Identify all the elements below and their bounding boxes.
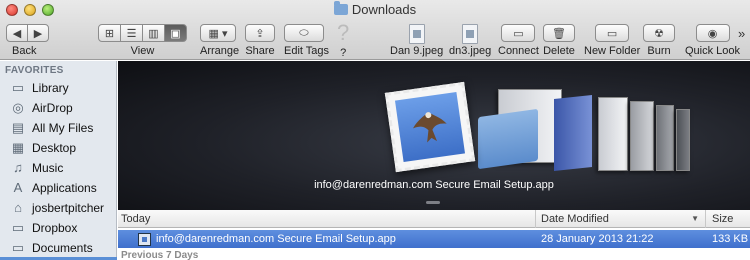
column-header-size[interactable]: Size [706,210,750,228]
folder-icon [333,1,348,15]
chevron-right-icon: ▶ [33,27,43,40]
help-label: ? [340,47,347,59]
documents-icon: ▭ [11,240,25,255]
delete-label: Delete [543,45,575,57]
network-icon: ▭ [513,27,524,40]
all-files-icon: ▤ [11,120,25,135]
burn-button[interactable]: ☢ [643,24,675,42]
quick-look-button[interactable]: ◉ [695,24,730,42]
back-forward-group: ◀ ▶ Back [6,24,49,57]
sidebar-header: FAVORITES [5,65,64,76]
icon-view-button[interactable]: ⊞ [98,24,121,42]
toolbar-overflow-button[interactable]: » [738,26,745,41]
share-label: Share [245,45,275,57]
column-view-button[interactable]: ▥ [142,24,165,42]
sidebar-item-desktop[interactable]: ▦ Desktop [0,138,116,158]
burn-group: ☢ Burn [643,24,675,57]
share-button[interactable]: ⇪ [245,24,275,42]
sidebar-item-all-my-files[interactable]: ▤ All My Files [0,118,116,138]
new-folder-group: ▭ New Folder [584,24,640,57]
chevron-left-icon: ◀ [12,27,22,40]
file-list: Today Date Modified ▼ Size info@darenred… [118,209,750,260]
arrange-button[interactable]: ▦ ▾ [200,24,236,42]
burn-label: Burn [647,45,671,57]
new-folder-label: New Folder [584,45,641,57]
column-view-icon: ▥ [148,27,159,40]
share-group: ⇪ Share [245,24,275,57]
hawk-icon [413,112,447,143]
cover-flow-item[interactable] [676,109,690,171]
sidebar: FAVORITES ▭ Library ◎ AirDrop ▤ All My F… [0,61,117,260]
trash-icon: 🗑 [552,27,566,40]
folder-icon: ▭ [11,80,25,95]
file-shortcut-2[interactable]: dn3.jpeg [449,24,491,57]
connect-label: Connect [498,45,539,57]
view-label: View [130,45,155,57]
edit-tags-button[interactable]: ⬭ [284,24,324,42]
help-group: ? ? [337,22,349,60]
sidebar-item-music[interactable]: ♫ Music [0,158,116,178]
help-icon[interactable]: ? [337,22,349,44]
cover-flow-item[interactable] [656,105,674,171]
list-header: Today Date Modified ▼ Size [118,209,750,228]
sidebar-item-dropbox[interactable]: ▭ Dropbox [0,218,116,238]
cover-flow-caption: info@darenredman.com Secure Email Setup.… [314,179,554,191]
connect-group: ▭ Connect [498,24,539,57]
sidebar-item-documents[interactable]: ▭ Documents [0,238,116,258]
mail-stamp-icon[interactable] [384,81,476,173]
quick-look-group: ◉ Quick Look [685,24,740,57]
table-row[interactable]: info@darenredman.com Secure Email Setup.… [118,230,750,248]
back-label: Back [12,45,37,57]
home-icon: ⌂ [14,200,22,215]
cover-flow-icon: ▣ [170,27,181,40]
arrange-icon: ▦ ▾ [208,27,228,40]
jpeg-file-icon [462,24,479,44]
airdrop-icon: ◎ [12,100,24,115]
cover-flow-view[interactable]: info@darenredman.com Secure Email Setup.… [118,61,750,210]
delete-group: 🗑 Delete [543,24,575,57]
sidebar-item-applications[interactable]: A Applications [0,178,116,198]
new-folder-button[interactable]: ▭ [595,24,630,42]
toolbar: Downloads ◀ ▶ Back ⊞ ☰ ▥ ▣ View ▦ ▾ Arra… [0,0,750,60]
edit-tags-group: ⬭ Edit Tags [284,24,329,57]
arrange-label: Arrange [200,45,240,57]
sidebar-item-home[interactable]: ⌂ josbertpitcher [0,198,116,218]
delete-button[interactable]: 🗑 [543,24,575,42]
cover-flow-item[interactable] [554,95,592,171]
forward-button[interactable]: ▶ [27,24,49,42]
connect-button[interactable]: ▭ [501,24,536,42]
cover-flow-item[interactable] [630,101,654,171]
sidebar-item-library[interactable]: ▭ Library [0,78,116,98]
sidebar-item-airdrop[interactable]: ◎ AirDrop [0,98,116,118]
dropbox-folder-icon: ▭ [11,220,25,235]
arrange-group: ▦ ▾ Arrange [200,24,239,57]
sort-descending-icon: ▼ [691,213,699,223]
share-icon: ⇪ [255,27,265,40]
edit-tags-label: Edit Tags [284,45,330,57]
folder-preview-icon[interactable] [478,108,538,170]
file-shortcut-1[interactable]: Dan 9.jpeg [390,24,443,57]
quick-look-label: Quick Look [685,45,741,57]
applications-icon: A [13,180,23,195]
list-view-button[interactable]: ☰ [120,24,143,42]
new-folder-icon: ▭ [606,27,618,40]
back-button[interactable]: ◀ [6,24,28,42]
window-title: Downloads [0,1,750,17]
app-icon [138,232,151,246]
cover-flow-scroll-handle[interactable] [426,201,440,204]
burn-icon: ☢ [654,27,664,40]
jpeg-file-icon [408,24,425,44]
cover-flow-item[interactable] [598,97,628,171]
group-header-previous-7-days: Previous 7 Days [121,250,199,260]
eye-icon: ◉ [707,27,718,40]
column-header-date-modified[interactable]: Date Modified ▼ [536,209,706,228]
music-icon: ♫ [13,160,23,175]
cover-flow-button[interactable]: ▣ [164,24,187,42]
view-group: ⊞ ☰ ▥ ▣ View [98,24,187,57]
column-header-name[interactable]: Today [118,209,536,228]
icon-view-icon: ⊞ [104,27,115,40]
tag-icon: ⬭ [299,26,309,39]
list-view-icon: ☰ [126,27,137,40]
desktop-icon: ▦ [11,140,25,155]
